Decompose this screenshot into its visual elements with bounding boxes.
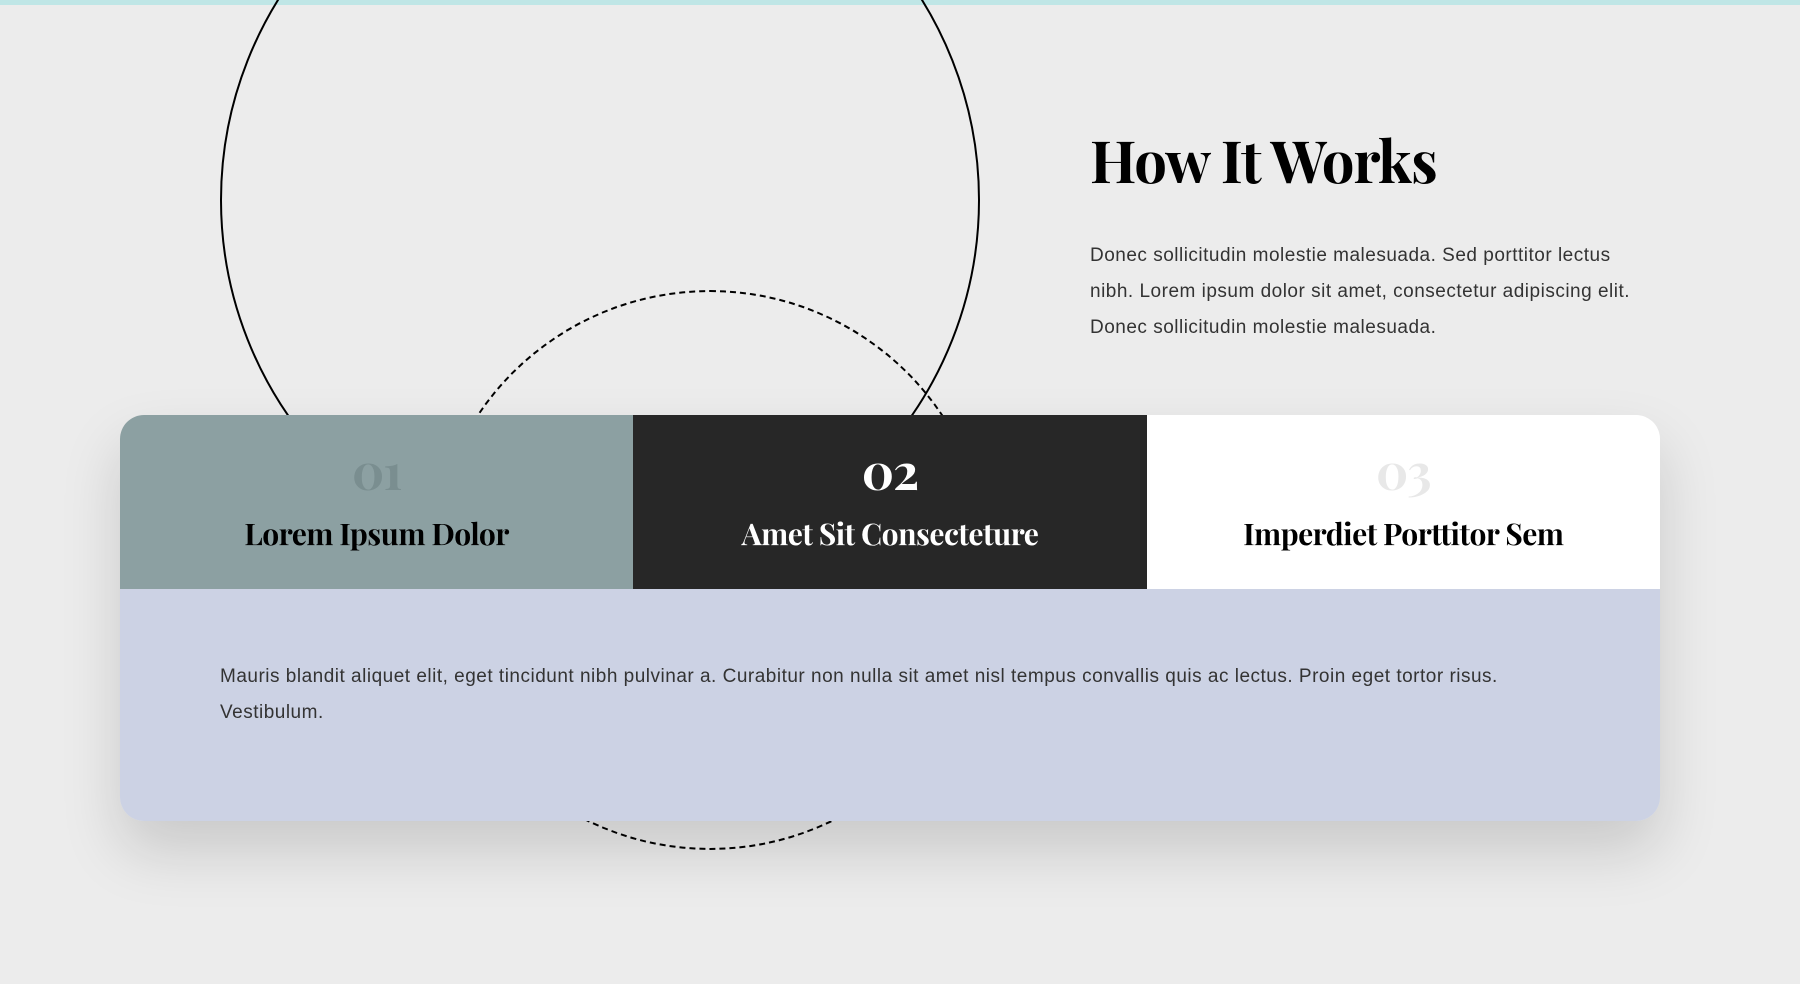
tab-step-2[interactable]: 02 Amet Sit Consecteture	[633, 415, 1146, 589]
tab-title: Lorem Ipsum Dolor	[140, 513, 613, 553]
tab-title: Amet Sit Consecteture	[653, 513, 1126, 553]
tab-number: 01	[140, 445, 613, 495]
tab-title: Imperdiet Porttitor Sem	[1167, 513, 1640, 553]
tab-number: 03	[1167, 445, 1640, 495]
steps-body-text: Mauris blandit aliquet elit, eget tincid…	[220, 659, 1560, 731]
steps-card: 01 Lorem Ipsum Dolor 02 Amet Sit Consect…	[120, 415, 1660, 821]
tab-step-1[interactable]: 01 Lorem Ipsum Dolor	[120, 415, 633, 589]
tab-number: 02	[653, 445, 1126, 495]
tab-step-3[interactable]: 03 Imperdiet Porttitor Sem	[1147, 415, 1660, 589]
section-description: Donec sollicitudin molestie malesuada. S…	[1090, 238, 1660, 346]
steps-tabs: 01 Lorem Ipsum Dolor 02 Amet Sit Consect…	[120, 415, 1660, 589]
header-block: How It Works Donec sollicitudin molestie…	[1090, 120, 1660, 346]
section-title: How It Works	[1090, 120, 1660, 198]
steps-card-body: Mauris blandit aliquet elit, eget tincid…	[120, 589, 1660, 821]
